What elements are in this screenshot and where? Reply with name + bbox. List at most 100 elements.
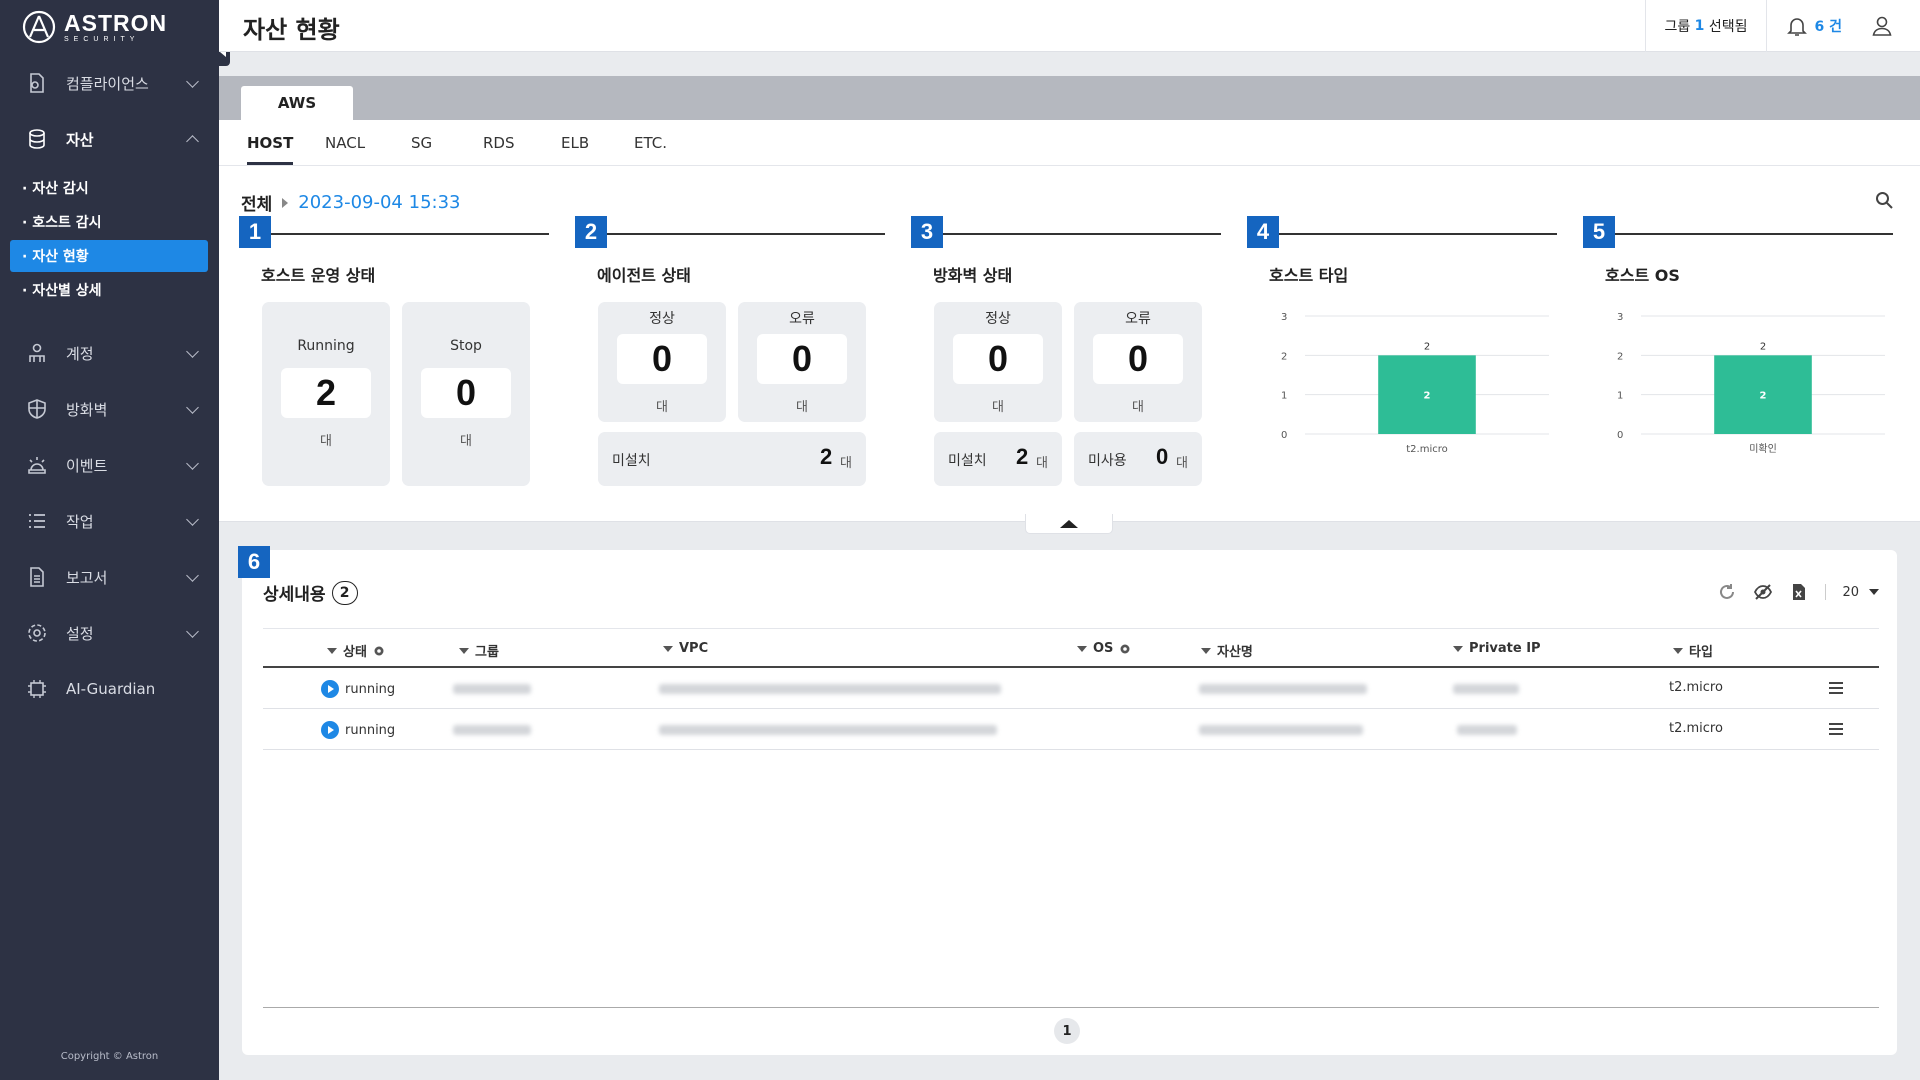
- stop-card: Stop 0 대: [402, 302, 530, 486]
- chevron-down-icon: [186, 513, 199, 526]
- bar-value-label: 2: [1424, 341, 1430, 352]
- sidebar-item-label: 보고서: [66, 568, 108, 587]
- row-menu-icon[interactable]: [1829, 723, 1843, 735]
- page-size-select[interactable]: 20: [1842, 585, 1879, 600]
- sort-arrow-icon: [459, 647, 469, 654]
- redacted-asset-name: [1199, 725, 1363, 735]
- tab-host[interactable]: HOST: [247, 120, 294, 165]
- agent-error-value: 0: [757, 334, 847, 384]
- section-divider: [1615, 233, 1893, 235]
- sidebar-subitem-asset-detail[interactable]: · 자산별 상세: [10, 274, 208, 306]
- column-label: VPC: [679, 641, 709, 656]
- caret-up-icon: [1060, 519, 1078, 528]
- sidebar-item-assets[interactable]: 자산: [0, 117, 219, 161]
- type-cell: t2.micro: [1669, 680, 1723, 695]
- sidebar-item-task[interactable]: 작업: [0, 499, 219, 543]
- sidebar-item-firewall[interactable]: 방화벽: [0, 387, 219, 431]
- database-icon: [26, 128, 48, 150]
- group-prefix: 그룹: [1664, 19, 1691, 35]
- column-header-type[interactable]: 타입: [1673, 641, 1713, 660]
- list-icon: [26, 510, 48, 532]
- sidebar-item-compliance[interactable]: 컴플라이언스: [0, 61, 219, 105]
- sidebar-item-settings[interactable]: 설정: [0, 611, 219, 655]
- firewall-normal-value: 0: [953, 334, 1043, 384]
- sidebar-item-ai-guardian[interactable]: AI-Guardian: [0, 667, 219, 711]
- astron-logo-icon: [22, 10, 56, 44]
- sidebar-item-account[interactable]: 계정: [0, 331, 219, 375]
- section-title: 에이전트 상태: [597, 266, 691, 285]
- firewall-error-card: 오류 0 대: [1074, 302, 1202, 422]
- sidebar-item-label: 자산: [66, 130, 94, 149]
- column-header-status[interactable]: 상태: [327, 641, 385, 660]
- redacted-vpc: [659, 684, 1001, 694]
- summary-collapse-toggle[interactable]: [1025, 514, 1113, 534]
- y-tick-label: 3: [1617, 312, 1623, 323]
- sort-arrow-icon: [1201, 647, 1211, 654]
- unused-label: 미사용: [1088, 453, 1127, 469]
- refresh-icon[interactable]: [1717, 582, 1737, 602]
- report-icon: [26, 566, 48, 588]
- section-number-badge: 3: [911, 216, 943, 248]
- sidebar-subitem-asset-monitor[interactable]: · 자산 감시: [10, 172, 208, 204]
- bar-inner-label: 2: [1424, 391, 1431, 402]
- y-tick-label: 1: [1617, 391, 1623, 402]
- notification-button[interactable]: 6 건: [1765, 0, 1861, 52]
- table-row[interactable]: running t2.micro: [263, 709, 1879, 750]
- ai-chip-icon: [26, 678, 48, 700]
- column-header-group[interactable]: 그룹: [459, 641, 499, 660]
- page-button-1[interactable]: 1: [1054, 1018, 1080, 1044]
- chevron-up-icon: [186, 135, 199, 148]
- toolbar-divider: [1825, 584, 1827, 600]
- page-size-value: 20: [1842, 584, 1859, 600]
- asset-table: 상태 그룹 VPC OS 자산명 Private IP 타입 running t…: [263, 628, 1879, 750]
- sidebar-item-report[interactable]: 보고서: [0, 555, 219, 599]
- chevron-down-icon: [186, 569, 199, 582]
- export-excel-icon[interactable]: [1789, 582, 1809, 602]
- running-status-icon: [321, 721, 339, 739]
- column-header-os[interactable]: OS: [1077, 641, 1131, 656]
- gear-icon[interactable]: [1119, 643, 1131, 655]
- unit-label: 대: [1036, 456, 1048, 471]
- tab-etc[interactable]: ETC.: [634, 120, 667, 165]
- uninstalled-label: 미설치: [948, 453, 987, 469]
- unit-label: 대: [992, 400, 1004, 415]
- tab-aws[interactable]: AWS: [241, 86, 353, 120]
- host-os-chart: 0 1 2 3 2 2 미확인: [1617, 312, 1885, 455]
- running-status-icon: [321, 680, 339, 698]
- user-menu-button[interactable]: [1860, 0, 1920, 52]
- sidebar-subitem-host-monitor[interactable]: · 호스트 감시: [10, 206, 208, 238]
- y-tick-label: 0: [1281, 430, 1287, 441]
- row-menu-icon[interactable]: [1829, 682, 1843, 694]
- tab-nacl[interactable]: NACL: [325, 120, 365, 165]
- column-header-vpc[interactable]: VPC: [663, 641, 708, 656]
- group-count: 1: [1694, 18, 1705, 34]
- group-selector[interactable]: 그룹 1 선택됨: [1645, 0, 1765, 52]
- redacted-vpc: [659, 725, 997, 735]
- tab-rds[interactable]: RDS: [483, 120, 515, 165]
- column-header-private-ip[interactable]: Private IP: [1453, 641, 1541, 656]
- table-toolbar: 20: [1717, 582, 1879, 602]
- table-row[interactable]: running t2.micro: [263, 668, 1879, 709]
- sidebar-subitem-asset-status[interactable]: · 자산 현황: [10, 240, 208, 272]
- copyright-text: Copyright © Astron: [60, 1051, 159, 1062]
- hide-columns-icon[interactable]: [1753, 582, 1773, 602]
- column-label: Private IP: [1469, 641, 1541, 656]
- gear-icon[interactable]: [373, 645, 385, 657]
- section-number-badge: 2: [575, 216, 607, 248]
- brand-logo[interactable]: ASTRON SECURITY: [22, 10, 167, 44]
- unit-label: 대: [460, 434, 472, 449]
- column-header-asset-name[interactable]: 자산명: [1201, 641, 1253, 660]
- agent-error-card: 오류 0 대: [738, 302, 866, 422]
- summary-panel: 전체 2023-09-04 15:33 1 호스트 운영 상태 Running …: [219, 166, 1920, 522]
- top-header: 자산 현황 그룹 1 선택됨 6 건: [219, 0, 1920, 52]
- search-icon[interactable]: [1874, 190, 1894, 210]
- tab-elb[interactable]: ELB: [561, 120, 589, 165]
- unit-label: 대: [656, 400, 668, 415]
- caret-right-icon: [282, 197, 289, 208]
- x-tick-label: 미확인: [1749, 443, 1777, 455]
- sidebar-item-event[interactable]: 이벤트: [0, 443, 219, 487]
- y-tick-label: 1: [1281, 391, 1287, 402]
- section-title: 방화벽 상태: [933, 266, 1013, 285]
- breadcrumb-all[interactable]: 전체: [241, 190, 272, 215]
- tab-sg[interactable]: SG: [411, 120, 432, 165]
